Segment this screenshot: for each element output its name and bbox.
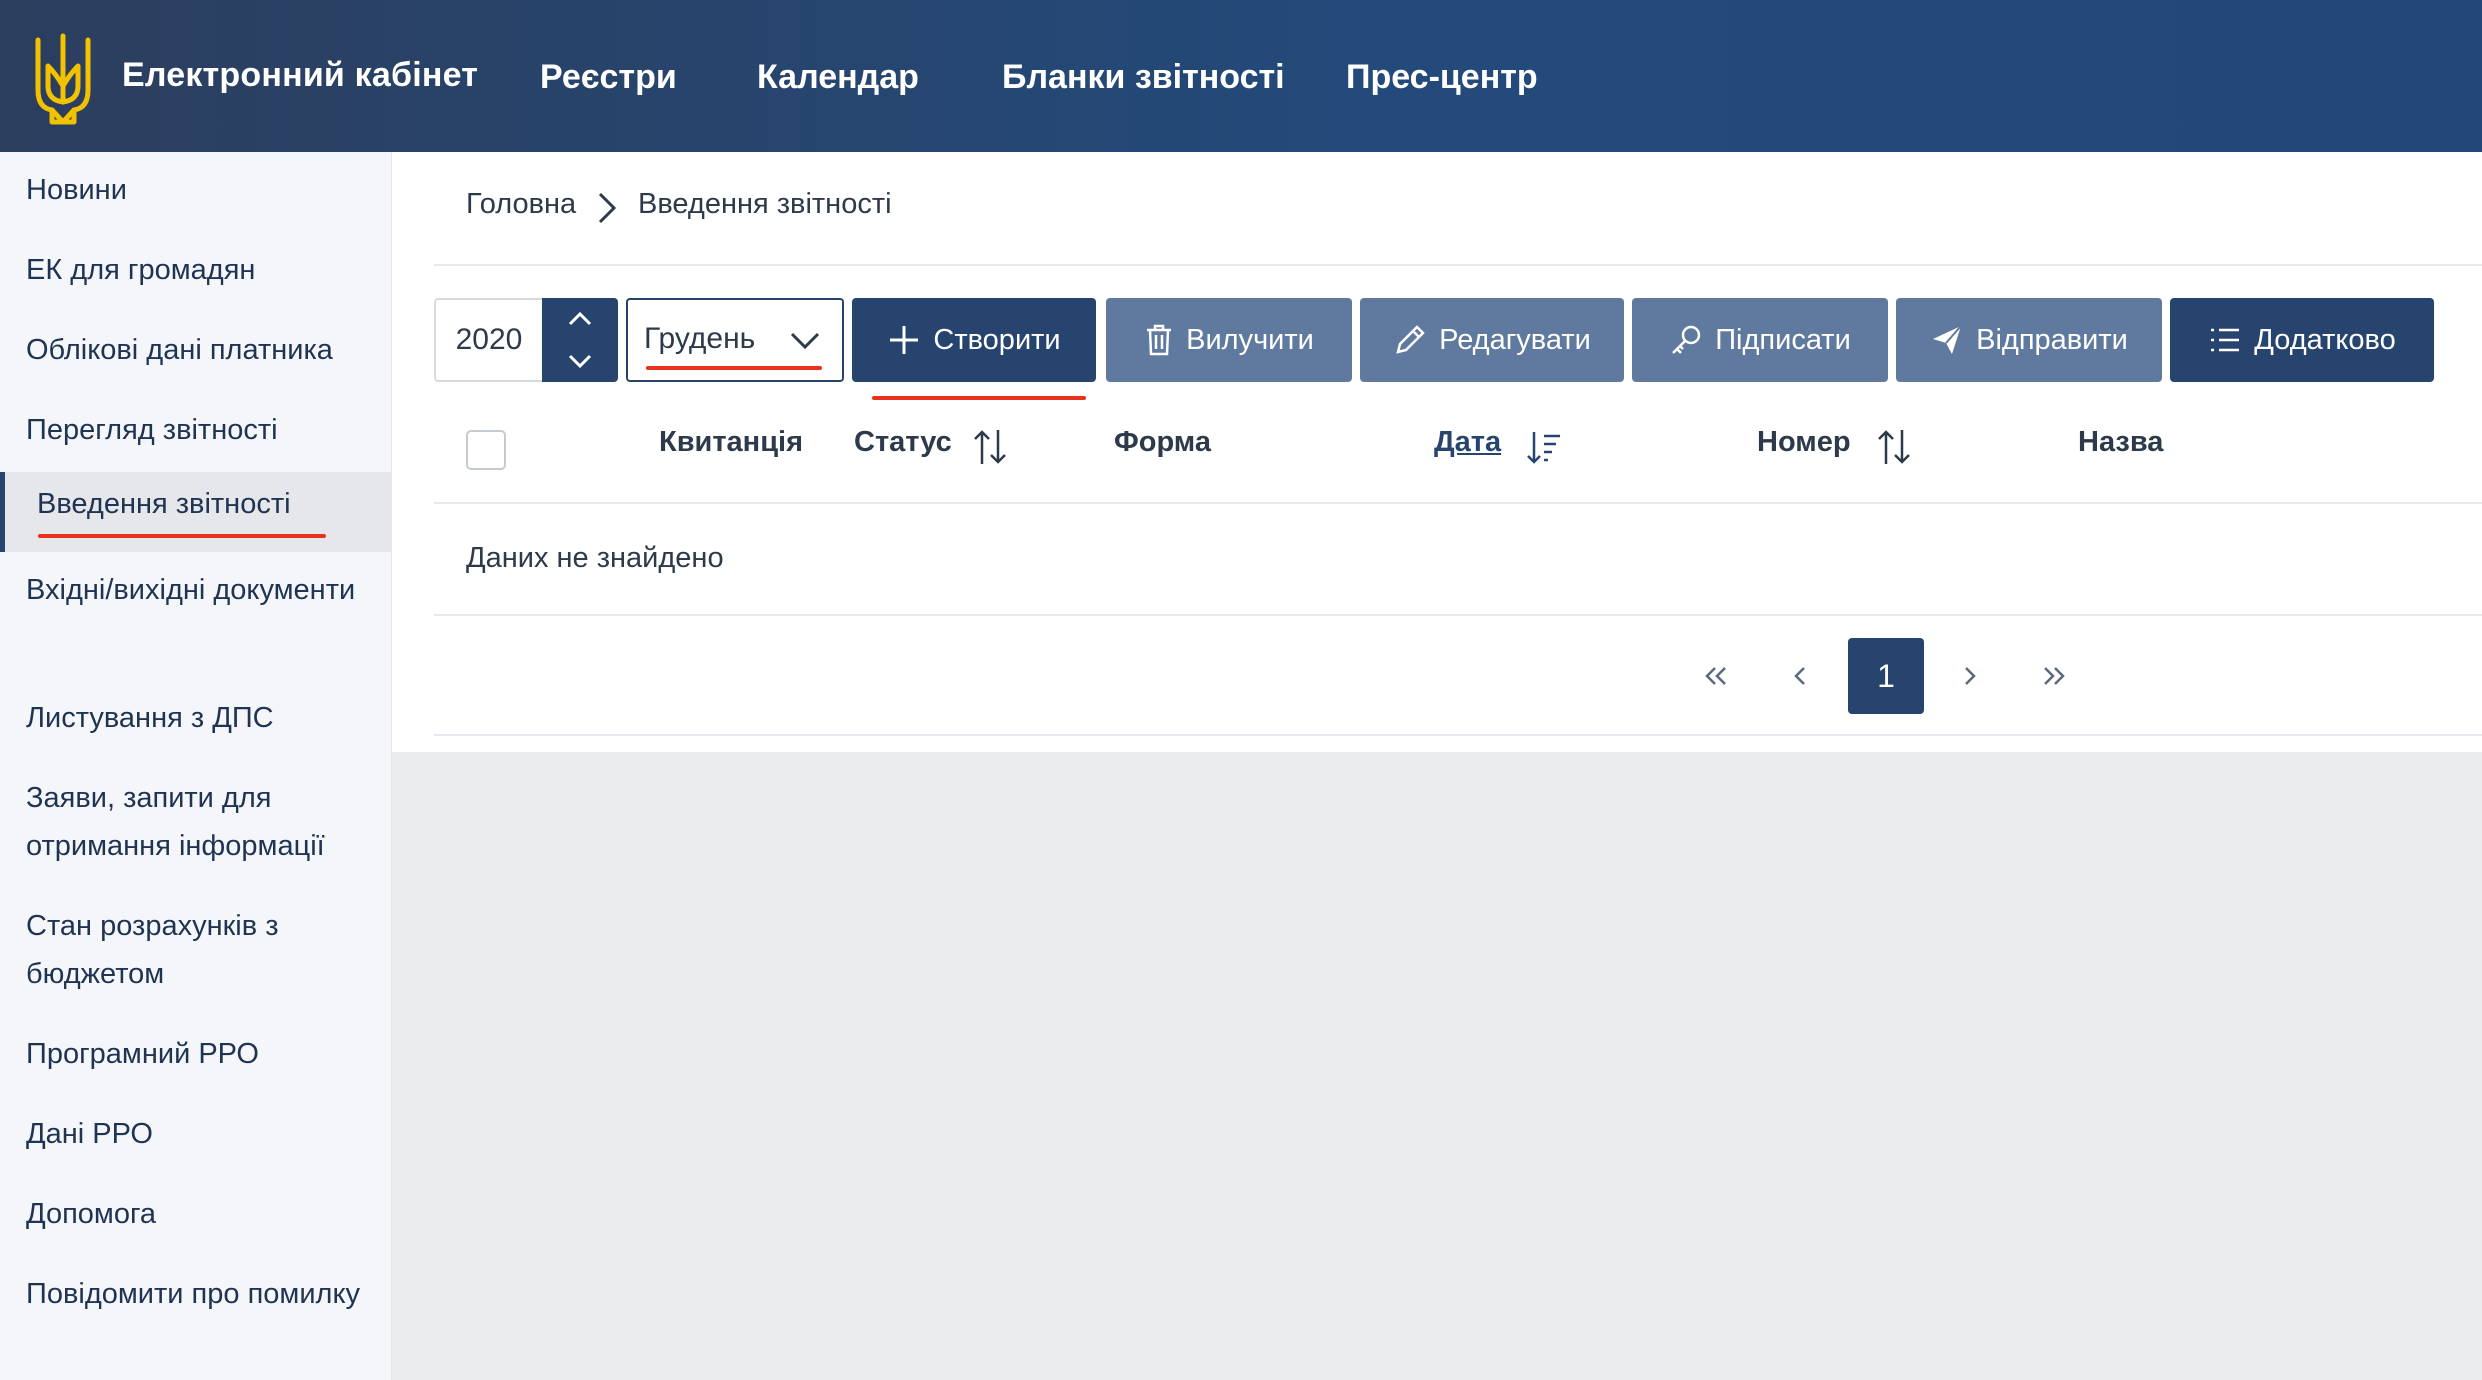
page-button[interactable]: 1 xyxy=(1848,638,1924,714)
create-button[interactable]: Створити xyxy=(852,298,1096,382)
sidebar-item-budget-settlements[interactable]: Стан розрахунків з бюджетом xyxy=(26,902,376,998)
nav-report-forms[interactable]: Бланки звітності xyxy=(1002,58,1285,97)
divider xyxy=(434,264,2482,266)
annotation-underline xyxy=(38,534,326,538)
column-status[interactable]: Статус xyxy=(854,426,952,459)
more-button-label: Додатково xyxy=(2254,323,2396,356)
send-button[interactable]: Відправити xyxy=(1896,298,2162,382)
key-icon xyxy=(1672,325,1701,354)
double-chevron-left-icon xyxy=(1705,667,1726,685)
nav-registries[interactable]: Реєстри xyxy=(540,58,677,97)
brand-title[interactable]: Електронний кабінет xyxy=(122,56,478,95)
sidebar-item-software-rro[interactable]: Програмний РРО xyxy=(26,1030,376,1078)
double-chevron-right-icon xyxy=(2044,667,2065,685)
annotation-underline xyxy=(872,396,1086,400)
sidebar-item-requests[interactable]: Заяви, запити для отримання інформації xyxy=(26,774,376,870)
sidebar-item-documents[interactable]: Вхідні/вихідні документи xyxy=(26,566,376,614)
sign-button[interactable]: Підписати xyxy=(1632,298,1888,382)
edit-button-label: Редагувати xyxy=(1439,323,1591,356)
send-button-label: Відправити xyxy=(1976,323,2128,356)
chevron-right-icon xyxy=(598,192,617,224)
column-date[interactable]: Дата xyxy=(1434,426,1501,459)
breadcrumb-home[interactable]: Головна xyxy=(466,188,576,221)
nav-press-center[interactable]: Прес-центр xyxy=(1346,58,1538,97)
empty-message: Даних не знайдено xyxy=(466,542,724,574)
trash-icon xyxy=(1147,324,1172,356)
edit-button[interactable]: Редагувати xyxy=(1360,298,1624,382)
chevron-up-icon xyxy=(568,311,592,326)
list-icon xyxy=(2211,328,2240,352)
sidebar-item-enter-reports[interactable]: Введення звітності xyxy=(0,472,392,552)
sidebar-item-citizens[interactable]: ЕК для громадян xyxy=(26,246,376,294)
sidebar-item-report-bug[interactable]: Повідомити про помилку xyxy=(26,1270,376,1318)
column-receipt: Квитанція xyxy=(659,426,804,458)
top-header: Електронний кабінет Реєстри Календар Бла… xyxy=(0,0,2482,152)
remove-button-label: Вилучити xyxy=(1186,323,1314,356)
breadcrumb-current: Введення звітності xyxy=(638,188,892,220)
more-button[interactable]: Додатково xyxy=(2170,298,2434,382)
remove-button[interactable]: Вилучити xyxy=(1106,298,1352,382)
create-button-label: Створити xyxy=(933,323,1061,356)
sign-button-label: Підписати xyxy=(1715,323,1851,356)
chevron-down-icon xyxy=(790,332,820,350)
chevron-down-icon xyxy=(568,354,592,369)
sort-icon[interactable] xyxy=(970,426,1010,468)
pencil-icon xyxy=(1396,325,1425,354)
year-input[interactable]: 2020 xyxy=(434,298,542,382)
prev-page-button[interactable] xyxy=(1762,638,1838,714)
sidebar-item-label: Введення звітності xyxy=(37,488,291,520)
year-increment-button[interactable] xyxy=(542,298,618,340)
column-form: Форма xyxy=(1114,426,1211,458)
column-name: Назва xyxy=(2078,426,2164,458)
divider xyxy=(434,502,2482,504)
last-page-button[interactable] xyxy=(2016,638,2092,714)
trident-logo[interactable] xyxy=(30,30,96,130)
sidebar-item-news[interactable]: Новини xyxy=(26,166,376,214)
divider xyxy=(434,734,2482,736)
sidebar-item-rro-data[interactable]: Дані РРО xyxy=(26,1110,376,1158)
sort-desc-icon[interactable] xyxy=(1524,426,1564,468)
nav-calendar[interactable]: Календар xyxy=(757,58,919,97)
year-stepper[interactable] xyxy=(542,298,618,382)
sidebar-item-payer-data[interactable]: Облікові дані платника xyxy=(26,326,376,374)
sidebar-item-view-reports[interactable]: Перегляд звітності xyxy=(26,406,376,454)
sidebar: Новини ЕК для громадян Облікові дані пла… xyxy=(0,152,392,1380)
select-all-checkbox[interactable] xyxy=(466,430,506,470)
column-number[interactable]: Номер xyxy=(1757,426,1851,459)
month-select-value: Грудень xyxy=(644,322,756,355)
chevron-left-icon xyxy=(1794,667,1805,685)
chevron-right-icon xyxy=(1965,667,1976,685)
sidebar-item-help[interactable]: Допомога xyxy=(26,1190,376,1238)
next-page-button[interactable] xyxy=(1932,638,2008,714)
first-page-button[interactable] xyxy=(1678,638,1754,714)
year-decrement-button[interactable] xyxy=(542,340,618,382)
plus-icon xyxy=(890,326,919,354)
sort-icon[interactable] xyxy=(1874,426,1914,468)
annotation-underline xyxy=(646,366,822,370)
sidebar-item-correspondence[interactable]: Листування з ДПС xyxy=(26,694,376,742)
paper-plane-icon xyxy=(1933,325,1962,354)
divider xyxy=(434,614,2482,616)
